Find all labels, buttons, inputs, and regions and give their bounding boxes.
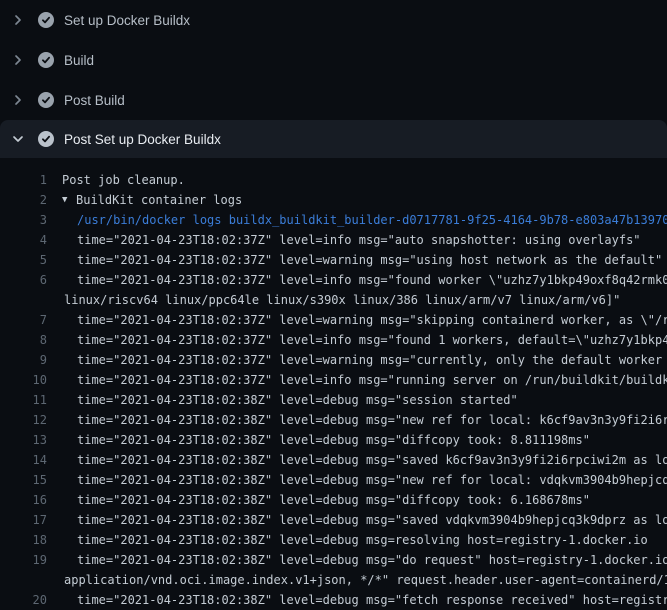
step-label: Post Set up Docker Buildx (64, 132, 221, 147)
log-command-text: /usr/bin/docker logs buildx_buildkit_bui… (47, 210, 667, 230)
log-text: time="2021-04-23T18:02:38Z" level=debug … (47, 450, 667, 470)
log-text: time="2021-04-23T18:02:38Z" level=debug … (47, 410, 667, 430)
line-number[interactable]: 15 (0, 470, 47, 490)
steps-list: Set up Docker Buildx Build Post Build Post … (0, 0, 667, 158)
line-number[interactable]: 9 (0, 350, 47, 370)
step-label: Set up Docker Buildx (64, 13, 190, 28)
line-number[interactable]: 2 (0, 190, 47, 210)
check-circle-icon (38, 52, 54, 68)
chevron-right-icon (10, 52, 26, 68)
line-number[interactable]: 7 (0, 310, 47, 330)
log-line: 13time="2021-04-23T18:02:38Z" level=debu… (0, 430, 667, 450)
line-number[interactable]: 8 (0, 330, 47, 350)
log-text: time="2021-04-23T18:02:37Z" level=info m… (47, 370, 667, 390)
check-circle-icon (38, 131, 54, 147)
log-text: time="2021-04-23T18:02:37Z" level=warnin… (47, 350, 667, 370)
log-text: time="2021-04-23T18:02:38Z" level=debug … (47, 470, 667, 490)
line-number[interactable]: 19 (0, 550, 47, 570)
step-header-build[interactable]: Build (0, 40, 667, 80)
line-number[interactable]: 3 (0, 210, 47, 230)
log-line: 6time="2021-04-23T18:02:37Z" level=info … (0, 270, 667, 290)
log-line: 17time="2021-04-23T18:02:38Z" level=debu… (0, 510, 667, 530)
log-text: application/vnd.oci.image.index.v1+json,… (47, 570, 667, 590)
chevron-right-icon (10, 12, 26, 28)
line-number[interactable]: 20 (0, 590, 47, 610)
log-line: 16time="2021-04-23T18:02:38Z" level=debu… (0, 490, 667, 510)
log-text: time="2021-04-23T18:02:37Z" level=info m… (47, 270, 667, 290)
line-number[interactable]: 13 (0, 430, 47, 450)
line-number[interactable]: 16 (0, 490, 47, 510)
log-group-expander-icon[interactable]: ▼ (62, 190, 76, 210)
check-circle-icon (38, 12, 54, 28)
line-number[interactable]: 17 (0, 510, 47, 530)
line-number[interactable]: 14 (0, 450, 47, 470)
log-text: time="2021-04-23T18:02:38Z" level=debug … (47, 510, 667, 530)
log-line: 11time="2021-04-23T18:02:38Z" level=debu… (0, 390, 667, 410)
log-line: 15time="2021-04-23T18:02:38Z" level=debu… (0, 470, 667, 490)
log-text: time="2021-04-23T18:02:37Z" level=info m… (47, 330, 667, 350)
log-text: linux/riscv64 linux/ppc64le linux/s390x … (47, 290, 620, 310)
log-text: BuildKit container logs (76, 190, 242, 210)
line-number[interactable]: 1 (0, 170, 47, 190)
log-text: Post job cleanup. (47, 170, 185, 190)
log-line: 20time="2021-04-23T18:02:38Z" level=debu… (0, 590, 667, 610)
line-number[interactable]: 5 (0, 250, 47, 270)
log-text: time="2021-04-23T18:02:38Z" level=debug … (47, 590, 667, 610)
line-number[interactable]: 12 (0, 410, 47, 430)
log-text: time="2021-04-23T18:02:38Z" level=debug … (47, 490, 590, 510)
log-line: 5time="2021-04-23T18:02:37Z" level=warni… (0, 250, 667, 270)
log-text: time="2021-04-23T18:02:37Z" level=warnin… (47, 250, 662, 270)
line-number[interactable]: 18 (0, 530, 47, 550)
log-line: 3/usr/bin/docker logs buildx_buildkit_bu… (0, 210, 667, 230)
log-line: 9time="2021-04-23T18:02:37Z" level=warni… (0, 350, 667, 370)
log-line: linux/riscv64 linux/ppc64le linux/s390x … (0, 290, 667, 310)
log-text: time="2021-04-23T18:02:37Z" level=warnin… (47, 310, 667, 330)
log-text: time="2021-04-23T18:02:38Z" level=debug … (47, 550, 667, 570)
log-line: 12time="2021-04-23T18:02:38Z" level=debu… (0, 410, 667, 430)
line-number[interactable]: 4 (0, 230, 47, 250)
line-number[interactable]: 11 (0, 390, 47, 410)
log-line: application/vnd.oci.image.index.v1+json,… (0, 570, 667, 590)
log-line: 1Post job cleanup. (0, 170, 667, 190)
check-circle-icon (38, 92, 54, 108)
log-text: time="2021-04-23T18:02:38Z" level=debug … (47, 430, 590, 450)
step-header-set-up-docker-buildx[interactable]: Set up Docker Buildx (0, 0, 667, 40)
line-number[interactable]: 10 (0, 370, 47, 390)
log-line: 19time="2021-04-23T18:02:38Z" level=debu… (0, 550, 667, 570)
log-text: time="2021-04-23T18:02:37Z" level=info m… (47, 230, 641, 250)
step-header-post-build[interactable]: Post Build (0, 80, 667, 120)
log-line: 14time="2021-04-23T18:02:38Z" level=debu… (0, 450, 667, 470)
step-header-post-set-up-docker-buildx[interactable]: Post Set up Docker Buildx (0, 120, 667, 158)
log-line: 7time="2021-04-23T18:02:37Z" level=warni… (0, 310, 667, 330)
step-label: Build (64, 53, 94, 68)
line-number (0, 290, 47, 310)
line-number (0, 570, 47, 590)
log-text: time="2021-04-23T18:02:38Z" level=debug … (47, 390, 518, 410)
log-line: 4time="2021-04-23T18:02:37Z" level=info … (0, 230, 667, 250)
log-line: 18time="2021-04-23T18:02:38Z" level=debu… (0, 530, 667, 550)
line-number[interactable]: 6 (0, 270, 47, 290)
log-line: 8time="2021-04-23T18:02:37Z" level=info … (0, 330, 667, 350)
log-lines: 1Post job cleanup.2 ▼BuildKit container l… (0, 158, 667, 610)
chevron-down-icon (10, 131, 26, 147)
chevron-right-icon (10, 92, 26, 108)
log-text: time="2021-04-23T18:02:38Z" level=debug … (47, 530, 648, 550)
log-group-line[interactable]: 2 ▼BuildKit container logs (0, 190, 667, 210)
log-line: 10time="2021-04-23T18:02:37Z" level=info… (0, 370, 667, 390)
step-label: Post Build (64, 93, 125, 108)
